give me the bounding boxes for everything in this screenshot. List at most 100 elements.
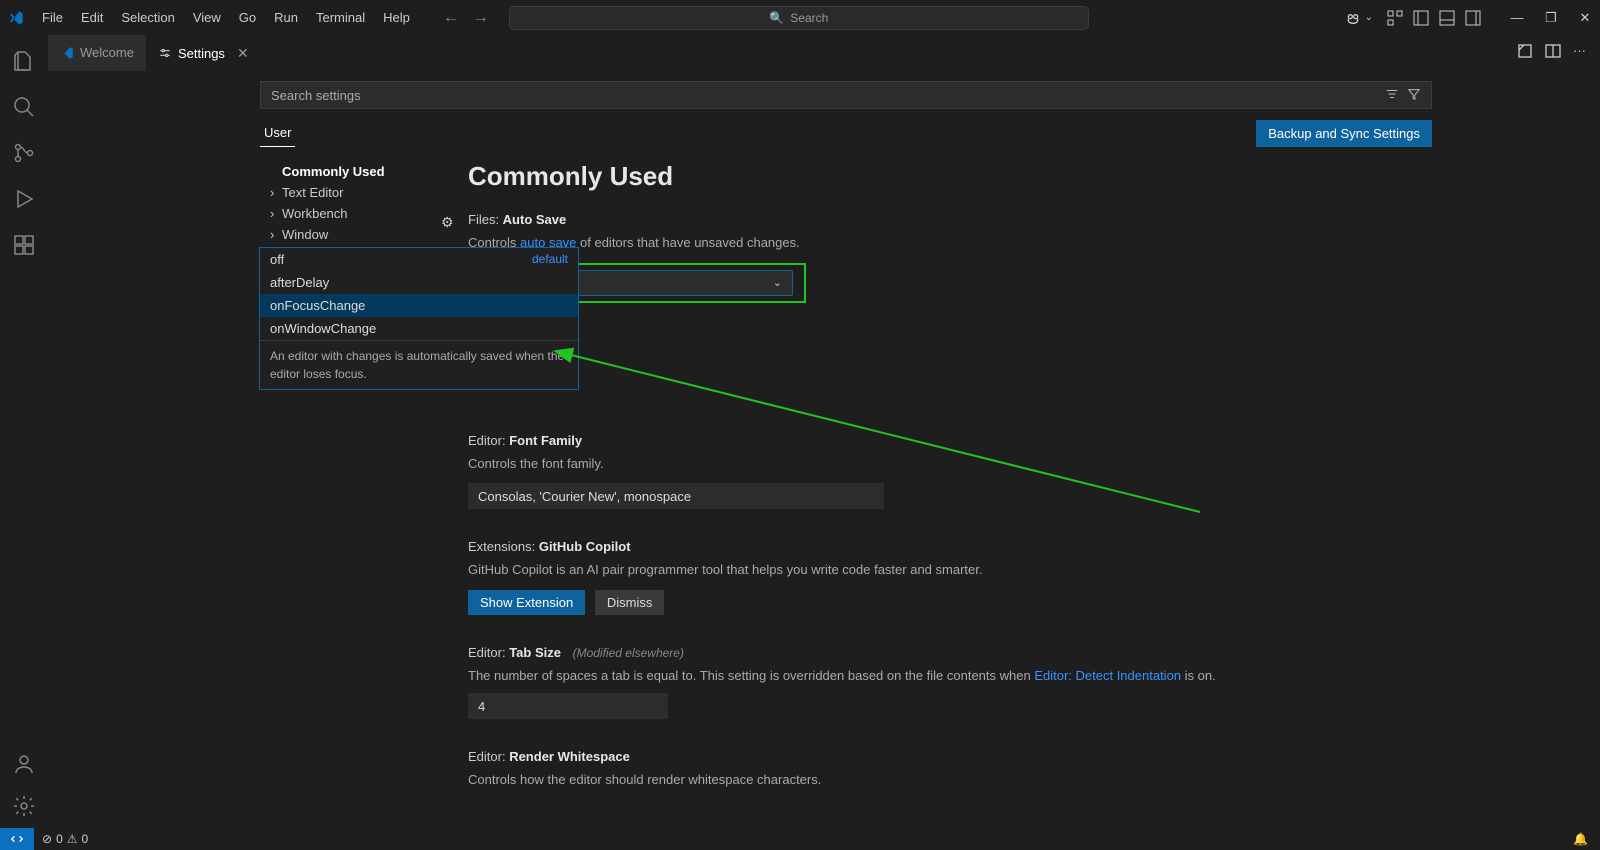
autosave-dropdown: off default afterDelay onFocusChange onW… xyxy=(259,247,579,390)
tree-workbench[interactable]: ›Workbench xyxy=(260,203,438,224)
tree-text-editor[interactable]: ›Text Editor xyxy=(260,182,438,203)
warning-icon: ⚠ xyxy=(67,832,78,846)
menu-bar: File Edit Selection View Go Run Terminal… xyxy=(34,6,418,29)
layout-customize-icon[interactable] xyxy=(1387,10,1403,26)
modified-badge: (Modified elsewhere) xyxy=(573,646,684,660)
layout-controls xyxy=(1387,10,1481,26)
split-editor-icon[interactable] xyxy=(1545,43,1561,62)
layout-sidebar-left-icon[interactable] xyxy=(1413,10,1429,26)
setting-category: Editor: xyxy=(468,749,509,764)
error-icon: ⊘ xyxy=(42,832,52,846)
run-debug-icon[interactable] xyxy=(10,185,38,213)
open-settings-json-icon[interactable] xyxy=(1517,43,1533,62)
setting-description: GitHub Copilot is an AI pair programmer … xyxy=(468,560,1432,580)
source-control-icon[interactable] xyxy=(10,139,38,167)
settings-heading: Commonly Used xyxy=(468,161,1432,192)
setting-name: Font Family xyxy=(509,433,582,448)
remote-button[interactable] xyxy=(0,828,34,850)
setting-description: Controls how the editor should render wh… xyxy=(468,770,1432,790)
command-center-search[interactable]: 🔍 Search xyxy=(509,6,1089,30)
detect-indentation-link[interactable]: Editor: Detect Indentation xyxy=(1034,668,1181,683)
scope-tabs: User xyxy=(260,119,315,147)
window-close-icon[interactable]: ✕ xyxy=(1578,10,1592,26)
setting-gear-icon[interactable]: ⚙ xyxy=(441,214,454,231)
menu-go[interactable]: Go xyxy=(231,6,264,29)
chevron-right-icon: › xyxy=(270,185,278,200)
menu-view[interactable]: View xyxy=(185,6,229,29)
setting-category: Editor: xyxy=(468,433,509,448)
main-area: Welcome Settings ✕ ··· Search settings xyxy=(0,35,1600,828)
problems-status[interactable]: ⊘0 ⚠0 xyxy=(34,832,96,846)
menu-selection[interactable]: Selection xyxy=(113,6,182,29)
nav-back-icon[interactable]: ← xyxy=(443,9,459,27)
welcome-tab-icon xyxy=(60,46,74,60)
search-icon: 🔍 xyxy=(769,11,784,25)
setting-description: The number of spaces a tab is equal to. … xyxy=(468,666,1432,686)
setting-name: GitHub Copilot xyxy=(539,539,631,554)
explorer-icon[interactable] xyxy=(10,47,38,75)
layout-panel-icon[interactable] xyxy=(1439,10,1455,26)
tab-settings-label: Settings xyxy=(178,46,225,61)
scope-tab-user[interactable]: User xyxy=(260,119,295,147)
setting-description: Controls the font family. xyxy=(468,454,1432,474)
setting-name: Auto Save xyxy=(503,212,567,227)
nav-forward-icon[interactable]: → xyxy=(473,9,489,27)
more-actions-icon[interactable]: ··· xyxy=(1573,43,1586,62)
menu-run[interactable]: Run xyxy=(266,6,306,29)
dismiss-button[interactable]: Dismiss xyxy=(595,590,665,615)
setting-category: Files: xyxy=(468,212,503,227)
title-bar: File Edit Selection View Go Run Terminal… xyxy=(0,0,1600,35)
tab-welcome[interactable]: Welcome xyxy=(48,35,146,71)
settings-search-input[interactable]: Search settings xyxy=(260,81,1432,109)
setting-tabsize: Editor: Tab Size (Modified elsewhere) Th… xyxy=(468,645,1432,720)
menu-file[interactable]: File xyxy=(34,6,71,29)
editor-tabs: Welcome Settings ✕ ··· xyxy=(48,35,1600,71)
vscode-logo-icon xyxy=(8,10,24,26)
setting-copilot: Extensions: GitHub Copilot GitHub Copilo… xyxy=(468,539,1432,615)
tab-close-icon[interactable]: ✕ xyxy=(237,45,249,62)
accounts-icon[interactable] xyxy=(10,750,38,778)
chevron-down-icon: ⌄ xyxy=(773,276,782,289)
dropdown-option-onfocuschange[interactable]: onFocusChange xyxy=(260,294,578,317)
settings-search-placeholder: Search settings xyxy=(271,88,361,103)
settings-body: Search settings User Backup and Sync Set… xyxy=(48,71,1600,828)
show-extension-button[interactable]: Show Extension xyxy=(468,590,585,615)
notifications-icon[interactable]: 🔔 xyxy=(1573,832,1588,846)
setting-fontfamily: Editor: Font Family Controls the font fa… xyxy=(468,433,1432,510)
tree-window[interactable]: ›Window xyxy=(260,224,438,245)
settings-content: Commonly Used ⚙ Files: Auto Save Control… xyxy=(438,161,1432,828)
search-icon[interactable] xyxy=(10,93,38,121)
backup-sync-button[interactable]: Backup and Sync Settings xyxy=(1256,120,1432,147)
clear-search-icon[interactable] xyxy=(1385,87,1399,104)
copilot-icon[interactable]: ⌄ xyxy=(1345,10,1373,26)
menu-terminal[interactable]: Terminal xyxy=(308,6,373,29)
tab-settings[interactable]: Settings ✕ xyxy=(146,35,261,71)
settings-gear-icon[interactable] xyxy=(10,792,38,820)
dropdown-option-afterdelay[interactable]: afterDelay xyxy=(260,271,578,294)
filter-icon[interactable] xyxy=(1407,87,1421,104)
editor-area: Welcome Settings ✕ ··· Search settings xyxy=(48,35,1600,828)
dropdown-description: An editor with changes is automatically … xyxy=(260,340,578,389)
setting-name: Render Whitespace xyxy=(509,749,630,764)
window-restore-icon[interactable]: ❐ xyxy=(1544,10,1558,26)
chevron-right-icon: › xyxy=(270,206,278,221)
window-minimize-icon[interactable]: — xyxy=(1510,10,1524,26)
layout-sidebar-right-icon[interactable] xyxy=(1465,10,1481,26)
fontfamily-input[interactable]: Consolas, 'Courier New', monospace xyxy=(468,483,884,509)
window-controls: — ❐ ✕ xyxy=(1510,10,1592,26)
extensions-icon[interactable] xyxy=(10,231,38,259)
menu-edit[interactable]: Edit xyxy=(73,6,111,29)
tabsize-input[interactable]: 4 xyxy=(468,693,668,719)
editor-actions: ··· xyxy=(1517,43,1600,62)
dropdown-option-off[interactable]: off default xyxy=(260,248,578,271)
settings-tab-icon xyxy=(158,46,172,60)
setting-category: Extensions: xyxy=(468,539,539,554)
status-bar: ⊘0 ⚠0 🔔 xyxy=(0,828,1600,850)
setting-autosave: ⚙ Files: Auto Save Controls auto save of… xyxy=(468,212,1432,303)
tree-commonly-used[interactable]: Commonly Used xyxy=(260,161,438,182)
tab-welcome-label: Welcome xyxy=(80,45,134,60)
setting-category: Editor: xyxy=(468,645,509,660)
menu-help[interactable]: Help xyxy=(375,6,418,29)
nav-arrows: ← → xyxy=(443,9,489,27)
dropdown-option-onwindowchange[interactable]: onWindowChange xyxy=(260,317,578,340)
